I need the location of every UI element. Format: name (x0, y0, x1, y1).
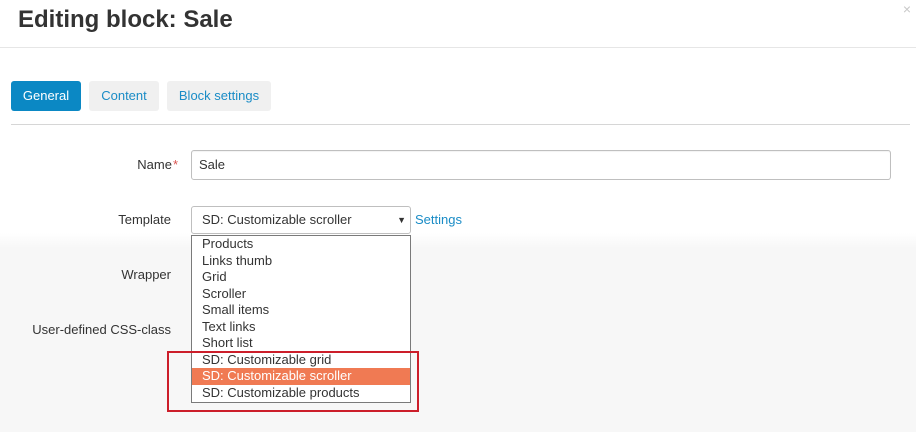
close-icon[interactable]: × (900, 2, 914, 16)
tab-block-settings[interactable]: Block settings (167, 81, 271, 111)
dropdown-option[interactable]: Text links (192, 319, 410, 336)
name-input[interactable]: Sale (191, 150, 891, 180)
name-label-text: Name (137, 157, 172, 172)
dropdown-option[interactable]: Small items (192, 302, 410, 319)
tab-content[interactable]: Content (89, 81, 159, 111)
annotation-highlight-box (167, 351, 419, 412)
dropdown-option[interactable]: Scroller (192, 286, 410, 303)
wrapper-label: Wrapper (121, 267, 171, 282)
css-class-label: User-defined CSS-class (32, 322, 171, 337)
tabs-divider (11, 124, 910, 125)
template-select[interactable]: SD: Customizable scroller ▼ (191, 206, 411, 234)
caret-down-icon: ▼ (397, 215, 406, 225)
dropdown-option[interactable]: Grid (192, 269, 410, 286)
required-mark: * (172, 157, 178, 172)
template-select-value: SD: Customizable scroller (202, 212, 352, 227)
dropdown-option[interactable]: Short list (192, 335, 410, 352)
template-label: Template (118, 212, 171, 227)
tab-general[interactable]: General (11, 81, 81, 111)
dropdown-option[interactable]: Links thumb (192, 253, 410, 270)
dialog-title: Editing block: Sale (18, 6, 233, 33)
name-label: Name* (137, 157, 178, 172)
dialog-header: Editing block: Sale × (0, 0, 916, 48)
dropdown-option[interactable]: Products (192, 236, 410, 253)
template-settings-link[interactable]: Settings (415, 212, 462, 227)
